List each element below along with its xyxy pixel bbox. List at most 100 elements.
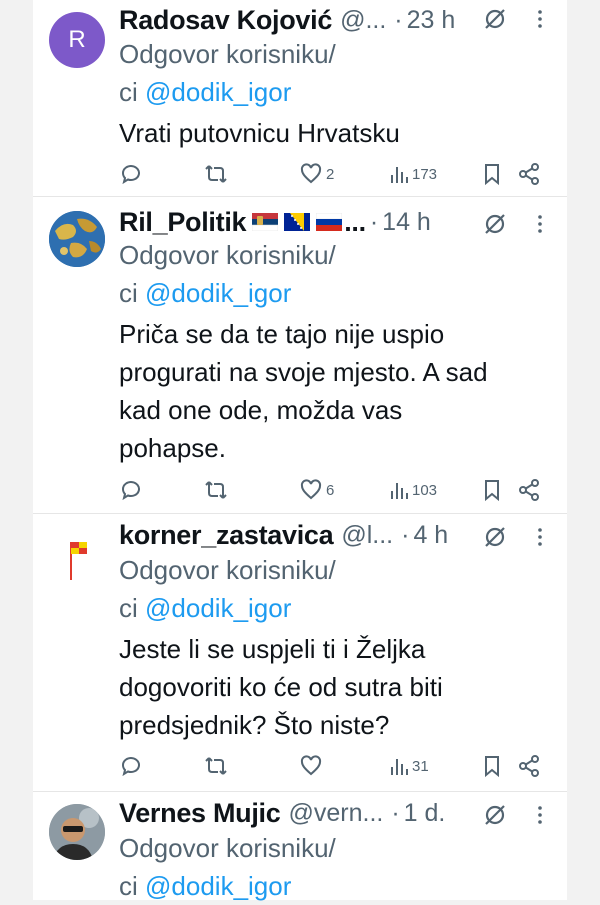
repost-button[interactable] [203,752,229,780]
tweet-text-line: pohapse. [119,433,226,463]
share-icon [519,163,539,185]
reply-tweet[interactable]: R Radosav Kojović @... · 23 h Odgovor ko… [33,0,567,195]
tweet-text: Priča se da te tajo nije uspio progurati… [119,315,549,467]
tweet-text: Vrati putovnicu Hrvatsku [119,114,549,152]
mention-link[interactable]: @dodik_igor [145,593,291,623]
author-handle[interactable]: @l... [341,521,393,550]
views-button[interactable]: 31 [389,752,429,780]
view-count: 31 [412,757,429,775]
avatar[interactable] [49,804,105,860]
bookmark-icon [485,164,499,186]
timestamp[interactable]: 23 h [407,6,456,35]
mention-link[interactable]: @dodik_igor [145,278,291,308]
reply-suffix: ci [119,871,138,901]
reply-prefix: Odgovor korisniku/ [119,555,336,585]
timestamp[interactable]: 4 h [413,521,448,550]
reply-context: Odgovor korisniku/ ci @dodik_igor [119,829,336,905]
views-icon [391,483,408,499]
bookmark-icon [485,480,499,502]
separator-dot: · [391,798,400,827]
separator-dot: · [401,520,410,549]
share-button[interactable] [517,752,541,780]
timestamp[interactable]: 14 h [382,208,431,237]
name-truncation: ... [344,206,366,237]
like-button[interactable]: 2 [299,160,334,188]
more-options-icon[interactable] [533,6,547,32]
bookmark-button[interactable] [481,160,503,188]
corner-flag-avatar-image [70,542,87,580]
views-button[interactable]: 173 [389,160,437,188]
tweet-text-line: Vrati putovnicu Hrvatsku [119,118,400,148]
views-button[interactable]: 103 [389,476,437,504]
author-handle[interactable]: @vern... [288,799,383,828]
mention-link[interactable]: @dodik_igor [145,871,291,901]
author-name[interactable]: Radosav Kojović [119,5,332,36]
avatar[interactable]: R [49,12,105,68]
reply-button[interactable] [119,476,143,504]
reply-prefix: Odgovor korisniku/ [119,240,336,270]
reply-button[interactable] [119,160,143,188]
serbia-flag-icon [251,213,279,232]
more-options-icon[interactable] [533,802,547,828]
bookmark-button[interactable] [481,752,503,780]
person-avatar-image [49,804,105,860]
view-count: 173 [412,165,438,183]
tweet-text-line: Priča se da te tajo nije uspio [119,319,445,349]
action-bar: 2 173 [119,160,559,188]
tweet-text-line: kad one ode, možda vas [119,395,403,425]
reply-tweet[interactable]: Ril_Politik ... · 14 h Odgovor korisniku… [33,197,567,512]
globe-avatar-image [49,211,105,267]
avatar[interactable] [49,211,105,267]
reply-feed: R Radosav Kojović @... · 23 h Odgovor ko… [33,0,567,901]
repost-icon [205,757,227,775]
grok-icon[interactable] [482,524,508,550]
avatar[interactable] [49,526,105,582]
separator-dot: · [394,5,403,34]
like-count: 2 [326,165,335,183]
share-button[interactable] [517,476,541,504]
view-count: 103 [412,481,438,499]
heart-icon [300,755,322,776]
reply-prefix: Odgovor korisniku/ [119,833,336,863]
tweet-text-line: progurati na svoje mjesto. A sad [119,357,488,387]
grok-icon[interactable] [482,211,508,237]
grok-icon[interactable] [482,6,508,32]
author-handle[interactable]: @... [340,6,386,35]
more-options-icon[interactable] [533,524,547,550]
bookmark-icon [485,756,499,778]
bookmark-button[interactable] [481,476,503,504]
reply-suffix: ci [119,278,138,308]
reply-button[interactable] [119,752,143,780]
repost-button[interactable] [203,160,229,188]
share-icon [519,755,539,777]
tweet-text: Jeste li se uspjeli ti i Željka dogovori… [119,630,549,744]
heart-icon [300,479,322,500]
author-name[interactable]: Ril_Politik [119,207,247,238]
reply-context: Odgovor korisniku/ ci @dodik_igor [119,236,336,312]
reply-icon [122,757,140,777]
bosnia-flag-icon [284,213,311,231]
tweet-text-line: dogovoriti ko će od sutra biti [119,672,443,702]
separator-dot: · [369,207,379,236]
reply-suffix: ci [119,77,138,107]
reply-tweet[interactable]: Vernes Mujic @vern... · 1 d. Odgovor kor… [33,792,567,901]
views-icon [391,167,408,183]
repost-button[interactable] [203,476,229,504]
reply-context: Odgovor korisniku/ ci @dodik_igor [119,35,336,111]
mention-link[interactable]: @dodik_igor [145,77,291,107]
tweet-text-line: Jeste li se uspjeli ti i Željka [119,634,426,664]
action-bar: 31 [119,752,559,780]
russia-flag-icon [315,212,343,231]
like-button[interactable]: 6 [299,476,334,504]
more-options-icon[interactable] [533,211,547,237]
tweet-text-line: predsjednik? Što niste? [119,710,390,740]
author-name[interactable]: korner_zastavica [119,520,334,551]
like-button[interactable] [299,752,326,780]
reply-tweet[interactable]: korner_zastavica @l... · 4 h Odgovor kor… [33,514,567,790]
share-button[interactable] [517,160,541,188]
author-name[interactable]: Vernes Mujic [119,798,281,829]
timestamp[interactable]: 1 d. [404,799,446,828]
reply-icon [122,165,140,185]
like-count: 6 [326,481,335,499]
grok-icon[interactable] [482,802,508,828]
